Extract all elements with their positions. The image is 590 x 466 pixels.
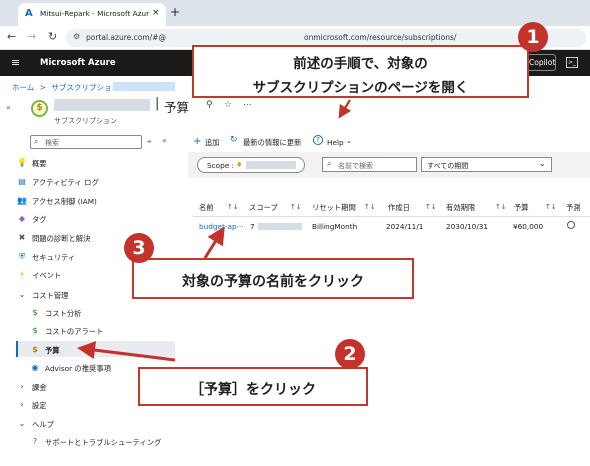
callout-3: 対象の予算の名前をクリック [132, 258, 414, 299]
arrow-1 [338, 99, 352, 119]
callout-3-badge: 3 [124, 233, 154, 263]
callout-1-badge: 1 [518, 22, 548, 52]
callout-2-badge: 2 [335, 339, 365, 369]
callout-3-text: 対象の予算の名前をクリック [182, 274, 364, 290]
callout-1-line2: サブスクリプションのページを開く [252, 80, 469, 96]
callout-1: 前述の手順で、対象の サブスクリプションのページを開く [192, 45, 529, 98]
callout-2-text: ［予算］をクリック [190, 382, 316, 398]
arrow-3 [203, 226, 225, 259]
callout-2: ［予算］をクリック [138, 367, 368, 406]
arrow-2 [77, 341, 176, 362]
callout-1-line1: 前述の手順で、対象の [293, 56, 428, 72]
